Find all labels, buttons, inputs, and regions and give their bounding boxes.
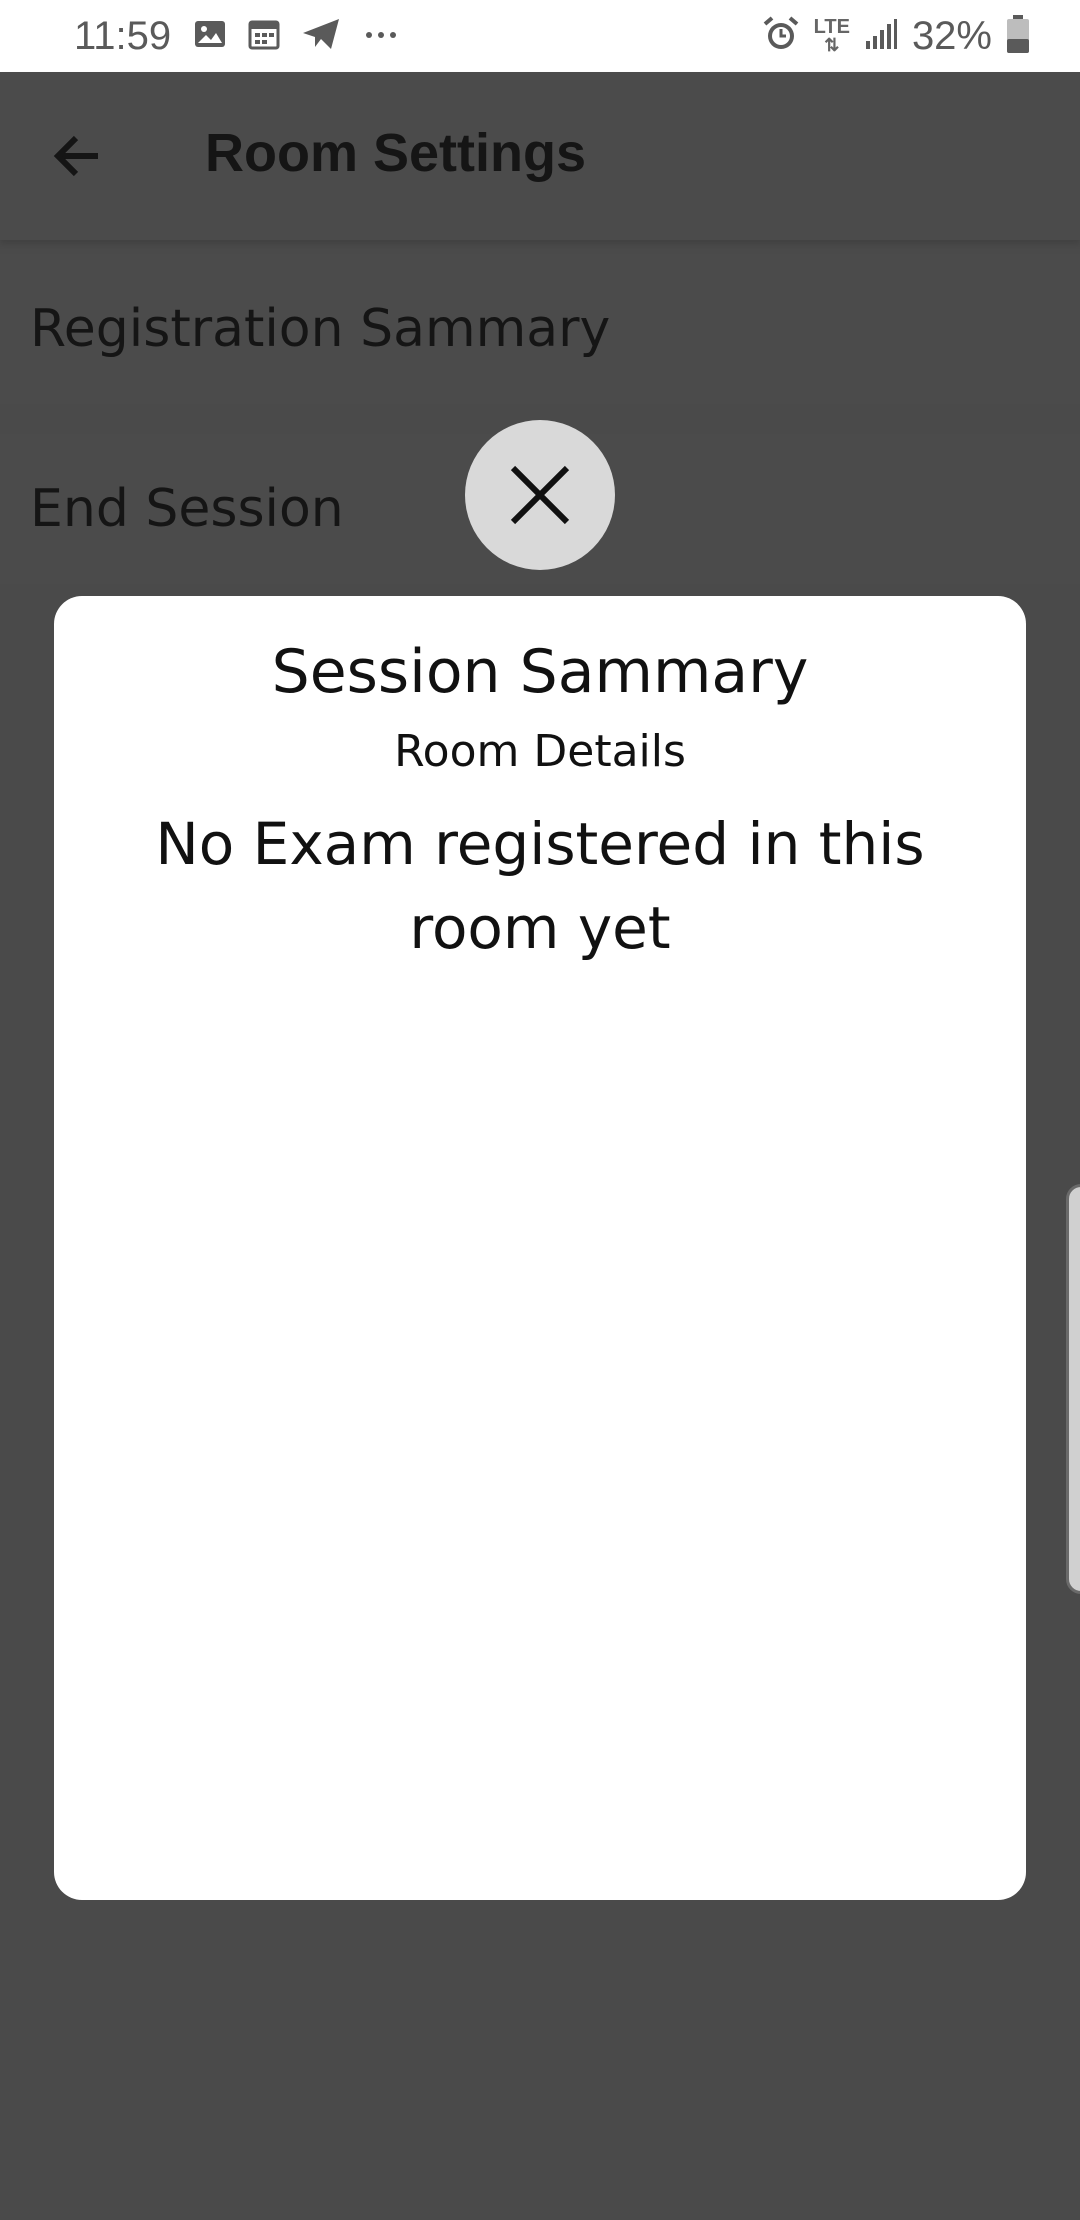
page-title: Room Settings (205, 123, 587, 183)
lte-icon: LTE ⇅ (813, 16, 850, 55)
app-bar: Room Settings (0, 72, 1080, 240)
edge-panel-handle[interactable] (1066, 1184, 1080, 1594)
system-status-icons: LTE ⇅ 32% (762, 14, 1030, 59)
dialog-title: Session Sammary (271, 637, 809, 707)
settings-item-label: End Session (30, 479, 344, 539)
status-bar: 11:59 LTE ⇅ 32% (0, 0, 1080, 72)
notification-icons (193, 17, 401, 56)
close-icon (510, 465, 570, 525)
arrow-left-icon (53, 135, 98, 177)
empty-state-message: No Exam registered in this room yet (155, 810, 925, 962)
dialog-subtitle: Room Details (394, 726, 686, 777)
image-icon (193, 17, 227, 56)
telegram-icon (301, 17, 341, 56)
battery-icon (1006, 14, 1030, 59)
calendar-icon (247, 17, 281, 56)
more-dots-icon (361, 17, 401, 56)
signal-icon (864, 17, 898, 56)
close-dialog-button[interactable] (465, 420, 615, 570)
settings-item-label: Registration Sammary (30, 299, 611, 359)
alarm-icon (762, 15, 800, 58)
settings-item-registration-summary[interactable]: Registration Sammary (0, 254, 1080, 404)
session-summary-dialog: Session Sammary Room Details No Exam reg… (54, 596, 1026, 1900)
status-time: 11:59 (74, 13, 172, 58)
back-button[interactable] (38, 116, 118, 196)
battery-percent: 32% (911, 13, 992, 58)
